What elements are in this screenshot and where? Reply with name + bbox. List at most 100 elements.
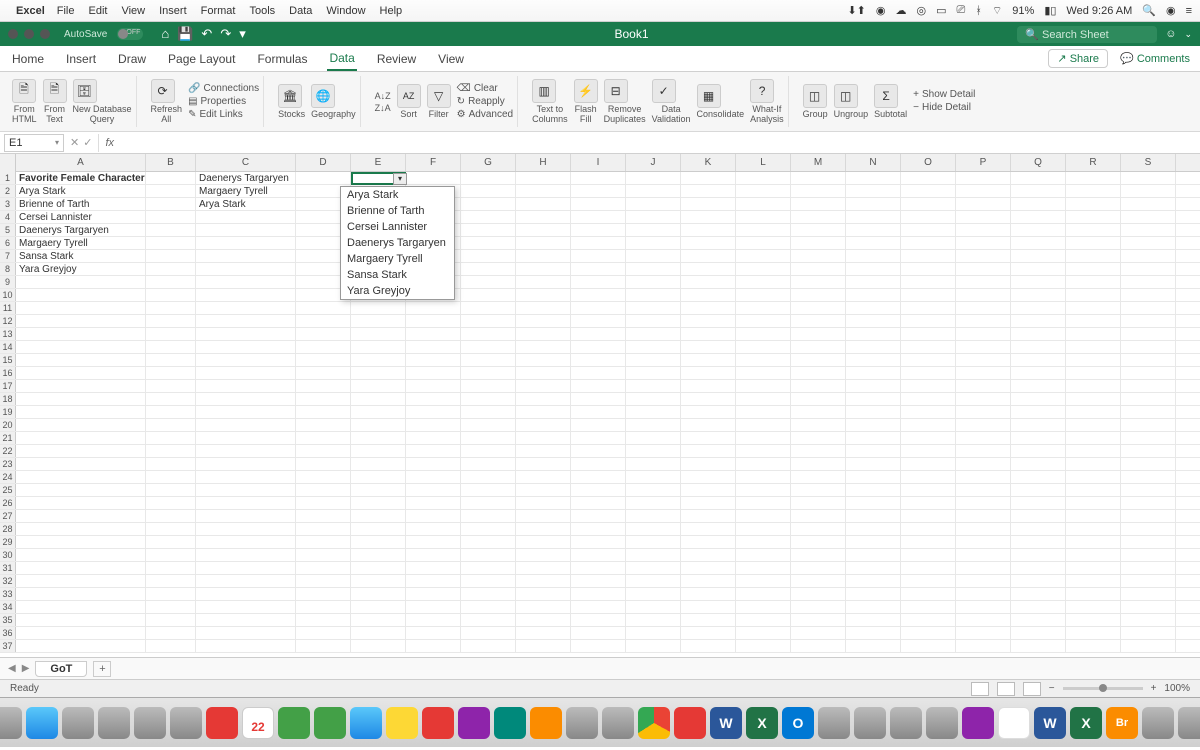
cell[interactable]	[571, 276, 626, 288]
cell[interactable]	[571, 354, 626, 366]
cell[interactable]	[736, 419, 791, 431]
cell[interactable]	[461, 250, 516, 262]
cell[interactable]	[571, 471, 626, 483]
cell[interactable]	[736, 185, 791, 197]
cell[interactable]	[1011, 302, 1066, 314]
dropdown-item[interactable]: Arya Stark	[341, 187, 454, 203]
cell[interactable]	[1011, 237, 1066, 249]
cell[interactable]	[681, 432, 736, 444]
cell[interactable]	[736, 341, 791, 353]
cell[interactable]	[461, 354, 516, 366]
cell[interactable]	[626, 510, 681, 522]
cell[interactable]	[571, 549, 626, 561]
cell[interactable]	[461, 211, 516, 223]
cell[interactable]	[1066, 367, 1121, 379]
row-header[interactable]: 37	[0, 640, 16, 652]
cell[interactable]	[791, 328, 846, 340]
cell[interactable]	[791, 562, 846, 574]
cell[interactable]	[196, 601, 296, 613]
cell[interactable]	[681, 627, 736, 639]
cell[interactable]	[406, 406, 461, 418]
zoom-slider[interactable]	[1063, 687, 1143, 690]
cell[interactable]	[351, 419, 406, 431]
cell[interactable]	[1011, 393, 1066, 405]
cell[interactable]	[626, 640, 681, 652]
cell[interactable]	[571, 640, 626, 652]
cell[interactable]	[406, 419, 461, 431]
cell[interactable]	[846, 484, 901, 496]
cell[interactable]	[196, 289, 296, 301]
cell[interactable]	[406, 588, 461, 600]
sheet-nav-next[interactable]: ▶	[22, 663, 30, 674]
cell[interactable]	[901, 588, 956, 600]
cell[interactable]	[406, 484, 461, 496]
dock-app-icon[interactable]	[206, 707, 238, 739]
cell[interactable]	[791, 393, 846, 405]
view-layout-icon[interactable]	[997, 682, 1015, 696]
tab-formulas[interactable]: Formulas	[255, 48, 309, 70]
cell[interactable]	[196, 367, 296, 379]
dock-word2-icon[interactable]: W	[1034, 707, 1066, 739]
cell[interactable]	[1176, 224, 1200, 236]
cell[interactable]	[461, 549, 516, 561]
cell[interactable]	[791, 263, 846, 275]
col-A[interactable]: A	[16, 154, 146, 171]
cell[interactable]	[516, 588, 571, 600]
cell[interactable]	[296, 302, 351, 314]
cell[interactable]	[901, 536, 956, 548]
save-icon[interactable]: 💾	[177, 26, 193, 42]
cell[interactable]	[16, 640, 146, 652]
cell[interactable]	[846, 185, 901, 197]
cell[interactable]	[1176, 432, 1200, 444]
cell[interactable]	[351, 510, 406, 522]
row-header[interactable]: 3	[0, 198, 16, 210]
row-header[interactable]: 6	[0, 237, 16, 249]
cell[interactable]	[681, 575, 736, 587]
autosave-toggle[interactable]: OFF	[117, 28, 143, 40]
cell[interactable]	[1066, 458, 1121, 470]
row-header[interactable]: 18	[0, 393, 16, 405]
dock-app-icon[interactable]	[386, 707, 418, 739]
cell[interactable]	[351, 601, 406, 613]
cell[interactable]	[626, 237, 681, 249]
cell[interactable]	[846, 380, 901, 392]
cell[interactable]	[1121, 250, 1176, 262]
cell[interactable]	[1121, 497, 1176, 509]
cell[interactable]	[146, 367, 196, 379]
dock-app-icon[interactable]	[602, 707, 634, 739]
cell[interactable]	[1011, 419, 1066, 431]
cell[interactable]	[516, 276, 571, 288]
cell[interactable]	[1066, 380, 1121, 392]
cell[interactable]	[571, 575, 626, 587]
new-db-icon[interactable]: 🗄	[73, 79, 97, 103]
cell[interactable]	[296, 445, 351, 457]
cell[interactable]	[146, 354, 196, 366]
cell[interactable]	[1011, 432, 1066, 444]
cell[interactable]	[1066, 328, 1121, 340]
cell[interactable]	[681, 276, 736, 288]
cell[interactable]	[901, 354, 956, 366]
cell[interactable]	[626, 185, 681, 197]
cell[interactable]	[736, 575, 791, 587]
cell[interactable]	[956, 575, 1011, 587]
validation-icon[interactable]: ✓	[652, 79, 676, 103]
cell[interactable]	[791, 549, 846, 561]
cell[interactable]	[296, 419, 351, 431]
clear-button[interactable]: ⌫ Clear	[457, 83, 513, 94]
cell[interactable]	[351, 302, 406, 314]
cell[interactable]	[956, 458, 1011, 470]
cell[interactable]	[1066, 224, 1121, 236]
cell[interactable]	[296, 367, 351, 379]
cell[interactable]	[196, 562, 296, 574]
tab-view[interactable]: View	[436, 48, 466, 70]
cell[interactable]: Sansa Stark	[16, 250, 146, 262]
cell[interactable]	[16, 549, 146, 561]
row-header[interactable]: 7	[0, 250, 16, 262]
cell[interactable]	[196, 315, 296, 327]
cell[interactable]	[901, 471, 956, 483]
cell[interactable]	[16, 302, 146, 314]
cell[interactable]	[196, 224, 296, 236]
cell[interactable]	[1121, 198, 1176, 210]
cell[interactable]	[516, 484, 571, 496]
cell[interactable]	[571, 250, 626, 262]
